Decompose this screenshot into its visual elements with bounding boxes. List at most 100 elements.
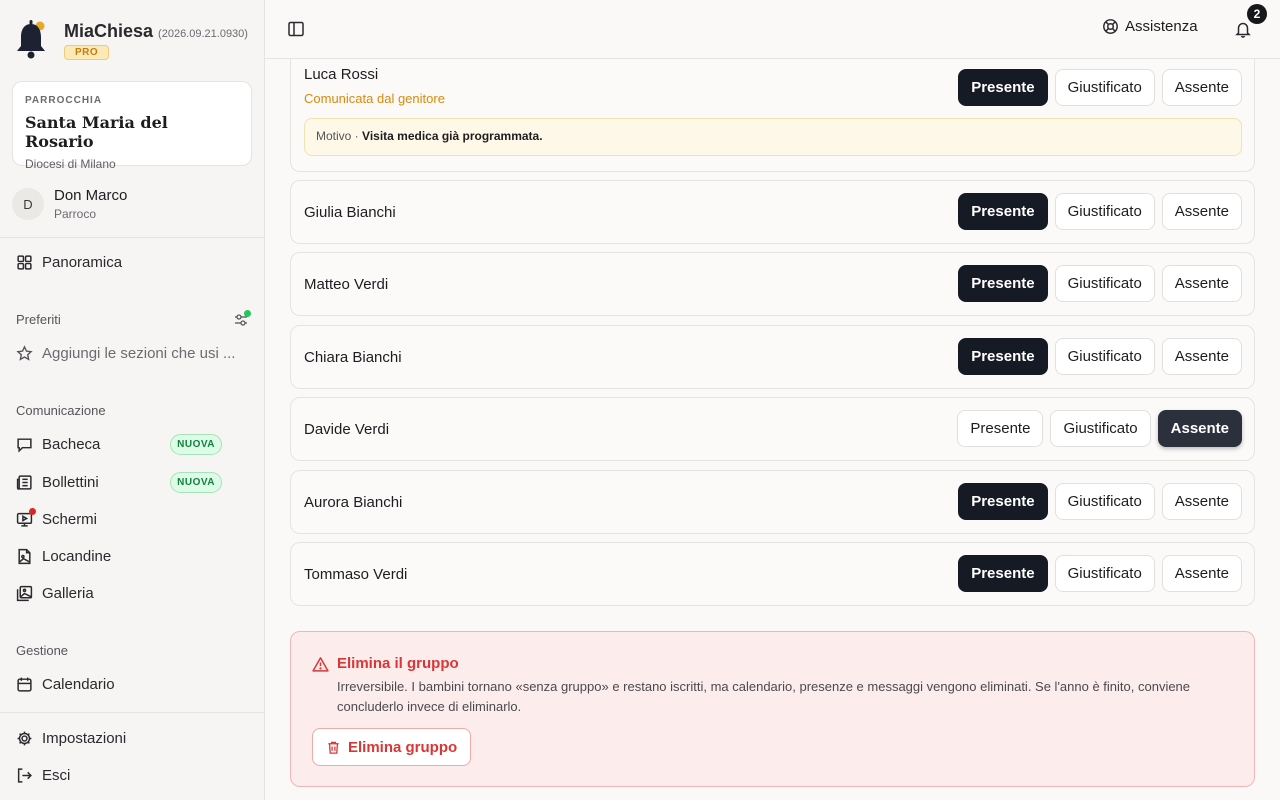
sidebar-item-galleria[interactable]: Galleria xyxy=(16,581,248,605)
sidebar-item-impostazioni[interactable]: Impostazioni xyxy=(16,726,248,750)
absent-button[interactable]: Assente xyxy=(1161,338,1242,375)
logout-icon xyxy=(16,767,33,784)
sidebar-item-locandine[interactable]: Locandine xyxy=(16,544,248,568)
child-name: Chiara Bianchi xyxy=(304,349,402,366)
absent-button[interactable]: Assente xyxy=(1161,193,1242,230)
attendance-row: Matteo Verdi Presente Giustificato Assen… xyxy=(290,252,1255,316)
attendance-row: Davide Verdi Presente Giustificato Assen… xyxy=(290,397,1255,461)
sidebar-item-label: Esci xyxy=(42,766,71,784)
absent-button[interactable]: Assente xyxy=(1161,69,1242,106)
topbar: Assistenza 2 xyxy=(265,0,1280,59)
notification-count-badge: 2 xyxy=(1247,4,1267,24)
star-icon xyxy=(16,344,33,362)
sidebar-item-panoramica[interactable]: Panoramica xyxy=(16,250,248,274)
attendance-row: Tommaso Verdi Presente Giustificato Asse… xyxy=(290,542,1255,606)
absent-button[interactable]: Assente xyxy=(1161,483,1242,520)
parish-diocese: Diocesi di Milano xyxy=(25,157,116,171)
user-role: Parroco xyxy=(54,207,97,221)
attendance-content: Luca Rossi Comunicata dal genitore Motiv… xyxy=(265,59,1280,800)
parish-card[interactable]: PARROCCHIA Santa Maria del Rosario Dioce… xyxy=(12,81,252,171)
absent-button[interactable]: Assente xyxy=(1157,410,1242,447)
favorites-section-label: Preferiti xyxy=(16,312,61,327)
present-button[interactable]: Presente xyxy=(958,69,1048,106)
newspaper-icon xyxy=(16,474,33,491)
communication-section-label: Comunicazione xyxy=(16,403,106,418)
sidebar-item-bollettini[interactable]: Bollettini NUOVA xyxy=(16,470,248,494)
status-dot xyxy=(244,310,251,317)
help-label: Assistenza xyxy=(1125,18,1198,35)
user-profile[interactable]: D Don Marco Parroco xyxy=(12,187,127,221)
divider xyxy=(0,712,264,713)
sidebar-item-label: Panoramica xyxy=(42,253,123,271)
pro-badge: PRO xyxy=(64,45,110,60)
sidebar-item-label: Bollettini xyxy=(42,473,99,491)
sidebar-item-label: Bacheca xyxy=(42,435,101,453)
parish-label: PARROCCHIA xyxy=(25,95,103,106)
justified-button[interactable]: Giustificato xyxy=(1054,555,1155,592)
delete-group-panel: Elimina il gruppo Irreversibile. I bambi… xyxy=(290,631,1255,787)
present-button[interactable]: Presente xyxy=(957,410,1044,447)
brand-name: MiaChiesa xyxy=(64,21,154,41)
user-name: Don Marco xyxy=(54,187,128,204)
delete-group-button[interactable]: Elimina gruppo xyxy=(312,728,472,766)
present-button[interactable]: Presente xyxy=(958,193,1048,230)
child-name: Luca Rossi xyxy=(304,66,379,83)
present-button[interactable]: Presente xyxy=(958,338,1048,375)
sidebar-item-label: Calendario xyxy=(42,675,115,693)
help-button[interactable]: Assistenza xyxy=(1102,18,1198,35)
management-section-label: Gestione xyxy=(16,643,69,658)
trash-icon xyxy=(328,741,339,754)
delete-group-title: Elimina il gruppo xyxy=(337,655,459,672)
new-badge: NUOVA xyxy=(170,433,222,455)
sidebar-item-bacheca[interactable]: Bacheca NUOVA xyxy=(16,432,248,456)
child-name: Aurora Bianchi xyxy=(304,494,403,511)
absent-button[interactable]: Assente xyxy=(1161,555,1242,592)
sidebar: MiaChiesa (2026.09.21.0930) PRO PARROCCH… xyxy=(0,0,265,800)
justified-button[interactable]: Giustificato xyxy=(1054,338,1155,375)
delete-group-label: Elimina gruppo xyxy=(348,738,458,756)
parent-note: Comunicata dal genitore xyxy=(304,91,445,106)
divider xyxy=(0,237,264,238)
delete-group-description: Irreversibile. I bambini tornano «senza … xyxy=(337,679,1191,714)
alert-dot xyxy=(29,507,36,515)
justified-button[interactable]: Giustificato xyxy=(1054,69,1155,106)
present-button[interactable]: Presente xyxy=(958,483,1048,520)
avatar: D xyxy=(12,188,44,220)
sidebar-item-calendario[interactable]: Calendario xyxy=(16,672,248,696)
reason-text: Visita medica già programmata. xyxy=(362,129,543,143)
attendance-row: Luca Rossi Comunicata dal genitore Motiv… xyxy=(290,59,1255,172)
child-name: Giulia Bianchi xyxy=(304,204,396,221)
attendance-row: Aurora Bianchi Presente Giustificato Ass… xyxy=(290,470,1255,534)
sidebar-item-schermi[interactable]: Schermi xyxy=(16,507,248,531)
present-button[interactable]: Presente xyxy=(958,555,1048,592)
sidebar-item-esci[interactable]: Esci xyxy=(16,763,248,787)
attendance-row: Giulia Bianchi Presente Giustificato Ass… xyxy=(290,180,1255,244)
sidebar-toggle-icon[interactable] xyxy=(287,20,305,38)
reason-label: Motivo · xyxy=(316,129,359,143)
new-badge: NUOVA xyxy=(170,471,222,493)
justified-button[interactable]: Giustificato xyxy=(1050,410,1151,447)
present-button[interactable]: Presente xyxy=(958,265,1048,302)
justified-button[interactable]: Giustificato xyxy=(1054,483,1155,520)
warning-icon xyxy=(312,656,329,673)
customize-favorites-icon[interactable] xyxy=(233,310,251,328)
dashboard-icon xyxy=(16,254,33,271)
poster-icon xyxy=(16,548,33,565)
sidebar-item-label: Galleria xyxy=(42,584,94,602)
parish-name: Santa Maria del Rosario xyxy=(25,113,168,151)
gallery-icon xyxy=(16,585,33,602)
reason-box: Motivo · Visita medica già programmata. xyxy=(304,118,1242,156)
app-version: (2026.09.21.0930) xyxy=(158,28,248,40)
sidebar-item-label: Locandine xyxy=(42,547,112,565)
bell-logo-icon xyxy=(14,18,52,62)
message-icon xyxy=(16,436,33,453)
child-name: Davide Verdi xyxy=(304,421,390,438)
justified-button[interactable]: Giustificato xyxy=(1054,193,1155,230)
calendar-icon xyxy=(16,676,33,693)
child-name: Matteo Verdi xyxy=(304,276,389,293)
justified-button[interactable]: Giustificato xyxy=(1054,265,1155,302)
add-favorites-item[interactable]: Aggiungi le sezioni che usi ... xyxy=(16,341,248,365)
brand[interactable]: MiaChiesa (2026.09.21.0930) PRO xyxy=(14,18,248,62)
notifications-bell-icon[interactable] xyxy=(1234,20,1252,38)
absent-button[interactable]: Assente xyxy=(1161,265,1242,302)
